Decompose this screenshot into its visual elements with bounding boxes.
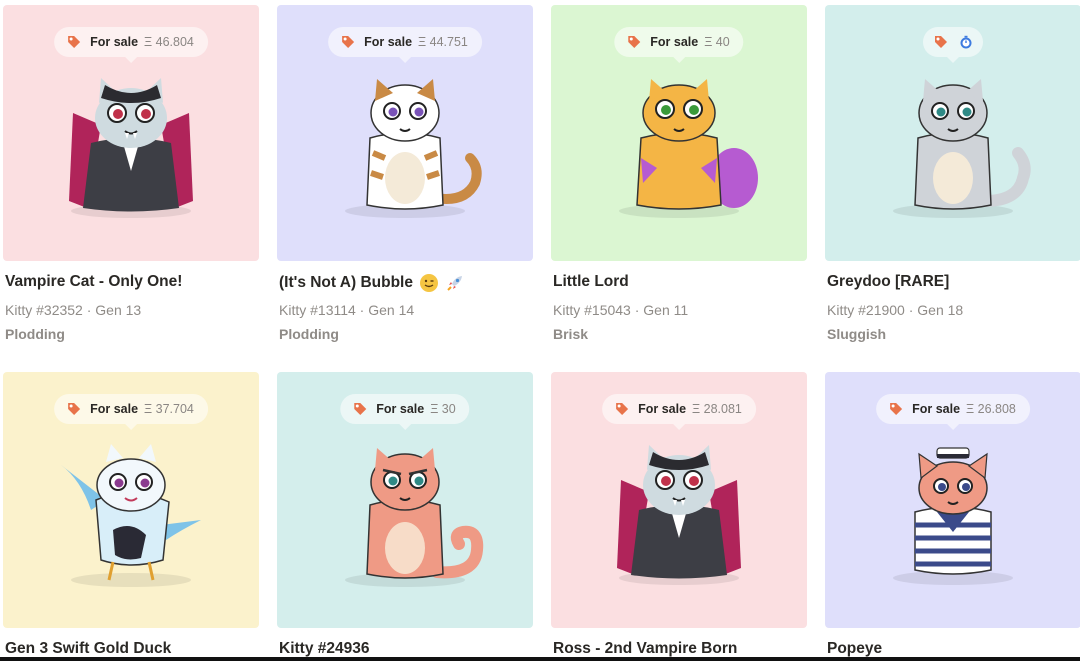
kitty-card[interactable]: For sale Ξ 44.751 (It's Not A) Bubble Ki… (277, 5, 535, 350)
price-tag-icon (935, 36, 947, 48)
kitty-image-panel[interactable]: For sale Ξ 37.704 (3, 372, 259, 628)
kitty-name[interactable]: (It's Not A) Bubble (279, 273, 465, 293)
bird-cat-illustration (61, 444, 201, 587)
price-tag-icon (628, 36, 641, 48)
kitty-id: Kitty #15043 (553, 302, 631, 318)
grey-cat-illustration (893, 79, 1031, 218)
kitty-name[interactable]: Popeye (827, 640, 882, 658)
kitty-card[interactable]: For sale Ξ 30 Kitty #24936 (277, 372, 535, 661)
kitty-meta: Kitty #15043 · Gen 11 (553, 302, 689, 318)
price: Ξ 30 (430, 402, 456, 416)
price-tag-icon (342, 36, 355, 48)
calico-cat-illustration (345, 79, 482, 218)
for-sale-badge: For sale Ξ 46.804 (54, 27, 208, 63)
for-sale-badge: For sale Ξ 44.751 (328, 27, 482, 63)
kitty-card[interactable]: For sale Ξ 26.808 Popeye (825, 372, 1080, 661)
for-sale-label: For sale (90, 402, 139, 416)
vampire-cat-illustration (69, 78, 193, 218)
kitty-meta: Kitty #13114 · Gen 14 (279, 302, 415, 318)
for-sale-badge: For sale Ξ 40 (614, 27, 744, 63)
price: Ξ 26.808 (966, 402, 1016, 416)
for-sale-label: For sale (90, 35, 139, 49)
kitty-meta: Kitty #21900 · Gen 18 (827, 302, 964, 318)
kitty-name[interactable]: Ross - 2nd Vampire Born (553, 640, 737, 658)
price-tag-icon (354, 403, 367, 415)
kitty-image-panel[interactable] (825, 5, 1080, 261)
kitty-speed: Plodding (279, 326, 339, 342)
kitty-image-panel[interactable]: For sale Ξ 40 (551, 5, 807, 261)
for-sale-label: For sale (364, 35, 413, 49)
for-sale-badge: For sale Ξ 26.808 (876, 394, 1030, 430)
price: Ξ 40 (704, 35, 730, 49)
kitty-grid: For sale Ξ 46.804 Vampire Cat - Only One… (0, 0, 1080, 661)
kitty-gen: Gen 18 (917, 302, 964, 318)
vampire-cat-illustration (617, 445, 741, 585)
for-sale-badge: For sale Ξ 37.704 (54, 394, 208, 430)
kitty-image-panel[interactable]: For sale Ξ 30 (277, 372, 533, 628)
kitty-image-panel[interactable]: For sale Ξ 46.804 (3, 5, 259, 261)
timer-icon (960, 35, 972, 49)
kitty-gen: Gen 11 (643, 302, 689, 318)
kitty-name[interactable]: Kitty #24936 (279, 640, 369, 658)
kitty-name[interactable]: Little Lord (553, 273, 629, 291)
price: Ξ 28.081 (692, 402, 742, 416)
price: Ξ 37.704 (144, 402, 194, 416)
kitty-name[interactable]: Vampire Cat - Only One! (5, 273, 182, 291)
kitty-id: Kitty #32352 (5, 302, 83, 318)
kitty-card[interactable]: Greydoo [RARE] Kitty #21900 · Gen 18 Slu… (825, 5, 1080, 350)
kitty-card[interactable]: For sale Ξ 37.704 Gen 3 Swift Gold Duck (3, 372, 261, 661)
kitty-id: Kitty #21900 (827, 302, 905, 318)
price-tag-icon (68, 36, 81, 48)
kitty-speed: Brisk (553, 326, 589, 342)
kitty-image-panel[interactable]: For sale Ξ 26.808 (825, 372, 1080, 628)
kitty-gen: Gen 14 (368, 302, 415, 318)
kitty-id: Kitty #13114 (279, 302, 356, 318)
for-sale-label: For sale (650, 35, 699, 49)
kitty-image-panel[interactable]: For sale Ξ 44.751 (277, 5, 533, 261)
salmon-cat-illustration (345, 448, 484, 587)
price-tag-icon (616, 403, 629, 415)
orange-purple-cat-illustration (619, 79, 758, 218)
kitty-gen: Gen 13 (95, 302, 142, 318)
for-sale-badge: For sale Ξ 28.081 (602, 394, 756, 430)
kitty-image-panel[interactable]: For sale Ξ 28.081 (551, 372, 807, 628)
price: Ξ 44.751 (418, 35, 468, 49)
kitty-card[interactable]: For sale Ξ 28.081 Ross - 2nd Vampire Bor… (551, 372, 809, 661)
kitty-name-text: (It's Not A) Bubble (279, 274, 413, 291)
kitty-name[interactable]: Greydoo [RARE] (827, 273, 949, 291)
kitty-name[interactable]: Gen 3 Swift Gold Duck (5, 640, 171, 658)
for-sale-label: For sale (638, 402, 687, 416)
for-sale-label: For sale (376, 402, 425, 416)
for-sale-label: For sale (912, 402, 961, 416)
sailor-cat-illustration (893, 447, 1013, 585)
kitty-speed: Plodding (5, 326, 65, 342)
sale-badge (923, 27, 983, 63)
kitty-speed: Sluggish (827, 326, 887, 342)
screen-bottom-edge (0, 657, 1080, 661)
kitty-card[interactable]: For sale Ξ 46.804 Vampire Cat - Only One… (3, 5, 261, 350)
wink-face-icon (419, 274, 438, 292)
for-sale-badge: For sale Ξ 30 (340, 394, 470, 430)
kitty-card[interactable]: For sale Ξ 40 Little Lord Kitty #15043 ·… (551, 5, 809, 350)
rocket-icon (447, 276, 462, 291)
price-tag-icon (890, 403, 903, 415)
price-tag-icon (68, 403, 81, 415)
price: Ξ 46.804 (144, 35, 194, 49)
kitty-meta: Kitty #32352 · Gen 13 (5, 302, 142, 318)
